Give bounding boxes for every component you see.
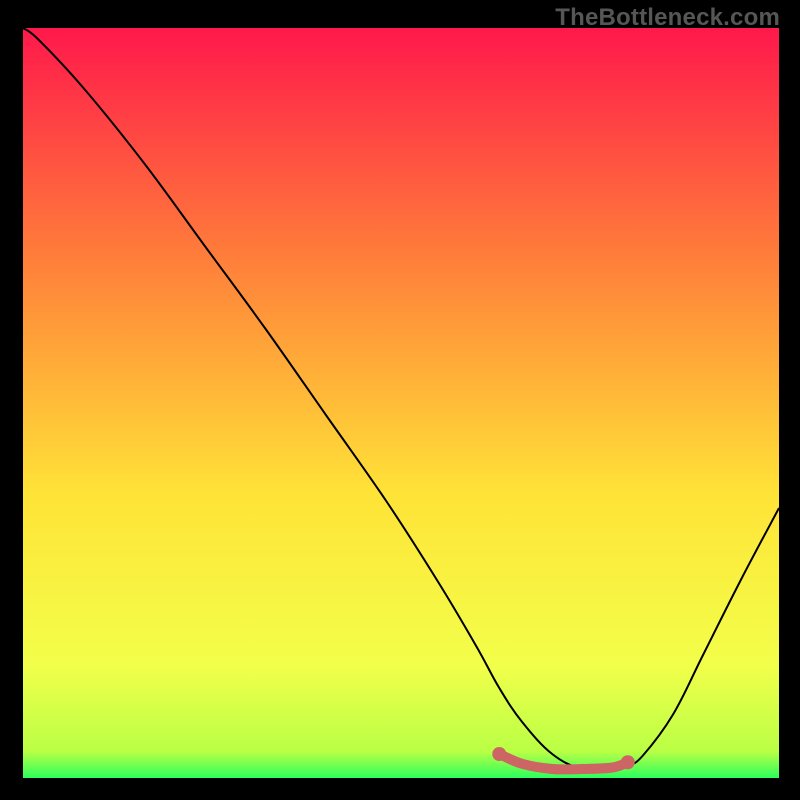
- chart-frame: TheBottleneck.com: [0, 0, 800, 800]
- gradient-bg: [23, 28, 779, 778]
- accent-dot-0: [492, 747, 506, 761]
- chart-svg: [23, 28, 779, 778]
- watermark-text: TheBottleneck.com: [555, 4, 780, 32]
- accent-dot-1: [621, 755, 635, 769]
- plot-area: [23, 28, 779, 778]
